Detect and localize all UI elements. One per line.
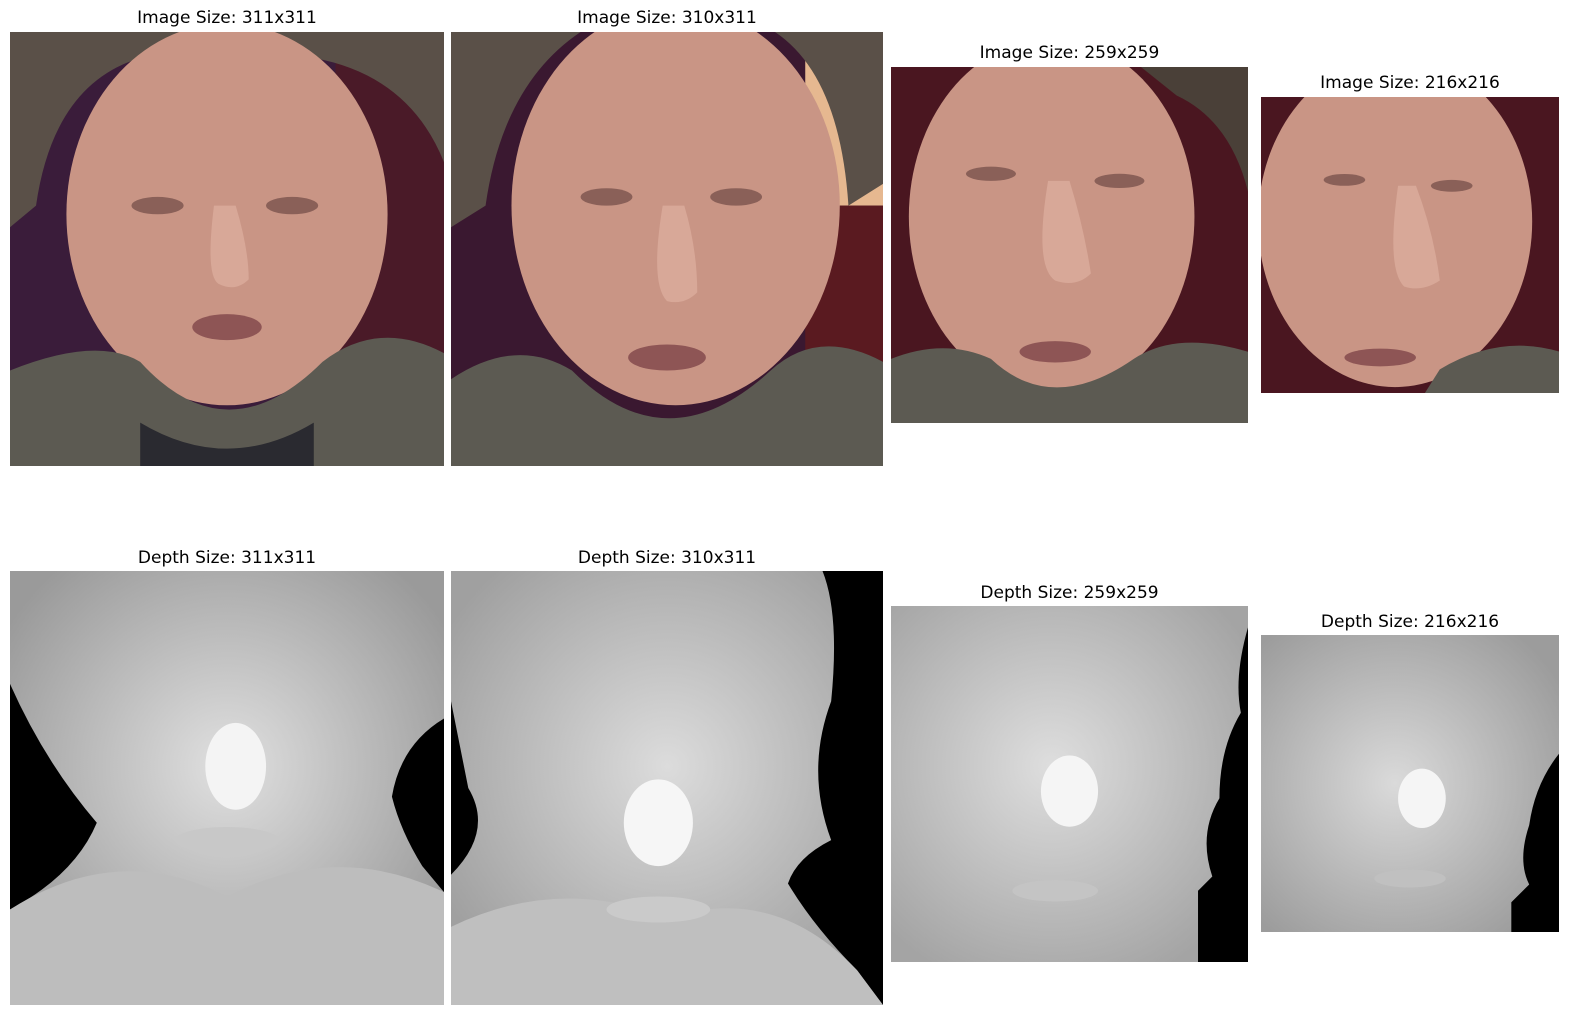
face-photo-310x311	[451, 32, 883, 466]
depth-title-4: Depth Size: 216x216	[1320, 612, 1500, 632]
image-title-2: Image Size: 310x311	[577, 8, 757, 28]
image-panel-1: Image Size: 311x311	[10, 0, 444, 470]
image-title-3: Image Size: 259x259	[979, 43, 1160, 63]
face-photo-259	[891, 67, 1248, 423]
image-title-4: Image Size: 216x216	[1320, 73, 1500, 93]
depth-map-311	[10, 571, 444, 1005]
image-panel-4: Image Size: 216x216	[1261, 0, 1559, 470]
image-panel-2: Image Size: 310x311	[451, 0, 883, 470]
depth-title-1: Depth Size: 311x311	[137, 548, 317, 568]
image-panel-3: Image Size: 259x259	[891, 0, 1248, 470]
depth-panel-3: Depth Size: 259x259	[891, 540, 1248, 1010]
depth-title-2: Depth Size: 310x311	[577, 548, 757, 568]
depth-map-216	[1261, 635, 1559, 932]
depth-map-310x311	[451, 571, 883, 1005]
depth-title-3: Depth Size: 259x259	[980, 583, 1159, 603]
depth-map-259	[891, 606, 1248, 962]
depth-panel-4: Depth Size: 216x216	[1261, 540, 1559, 1010]
face-photo-311	[10, 32, 444, 466]
depth-panel-2: Depth Size: 310x311	[451, 540, 883, 1010]
image-title-1: Image Size: 311x311	[137, 8, 317, 28]
depth-panel-1: Depth Size: 311x311	[10, 540, 444, 1010]
face-photo-216	[1261, 97, 1559, 393]
